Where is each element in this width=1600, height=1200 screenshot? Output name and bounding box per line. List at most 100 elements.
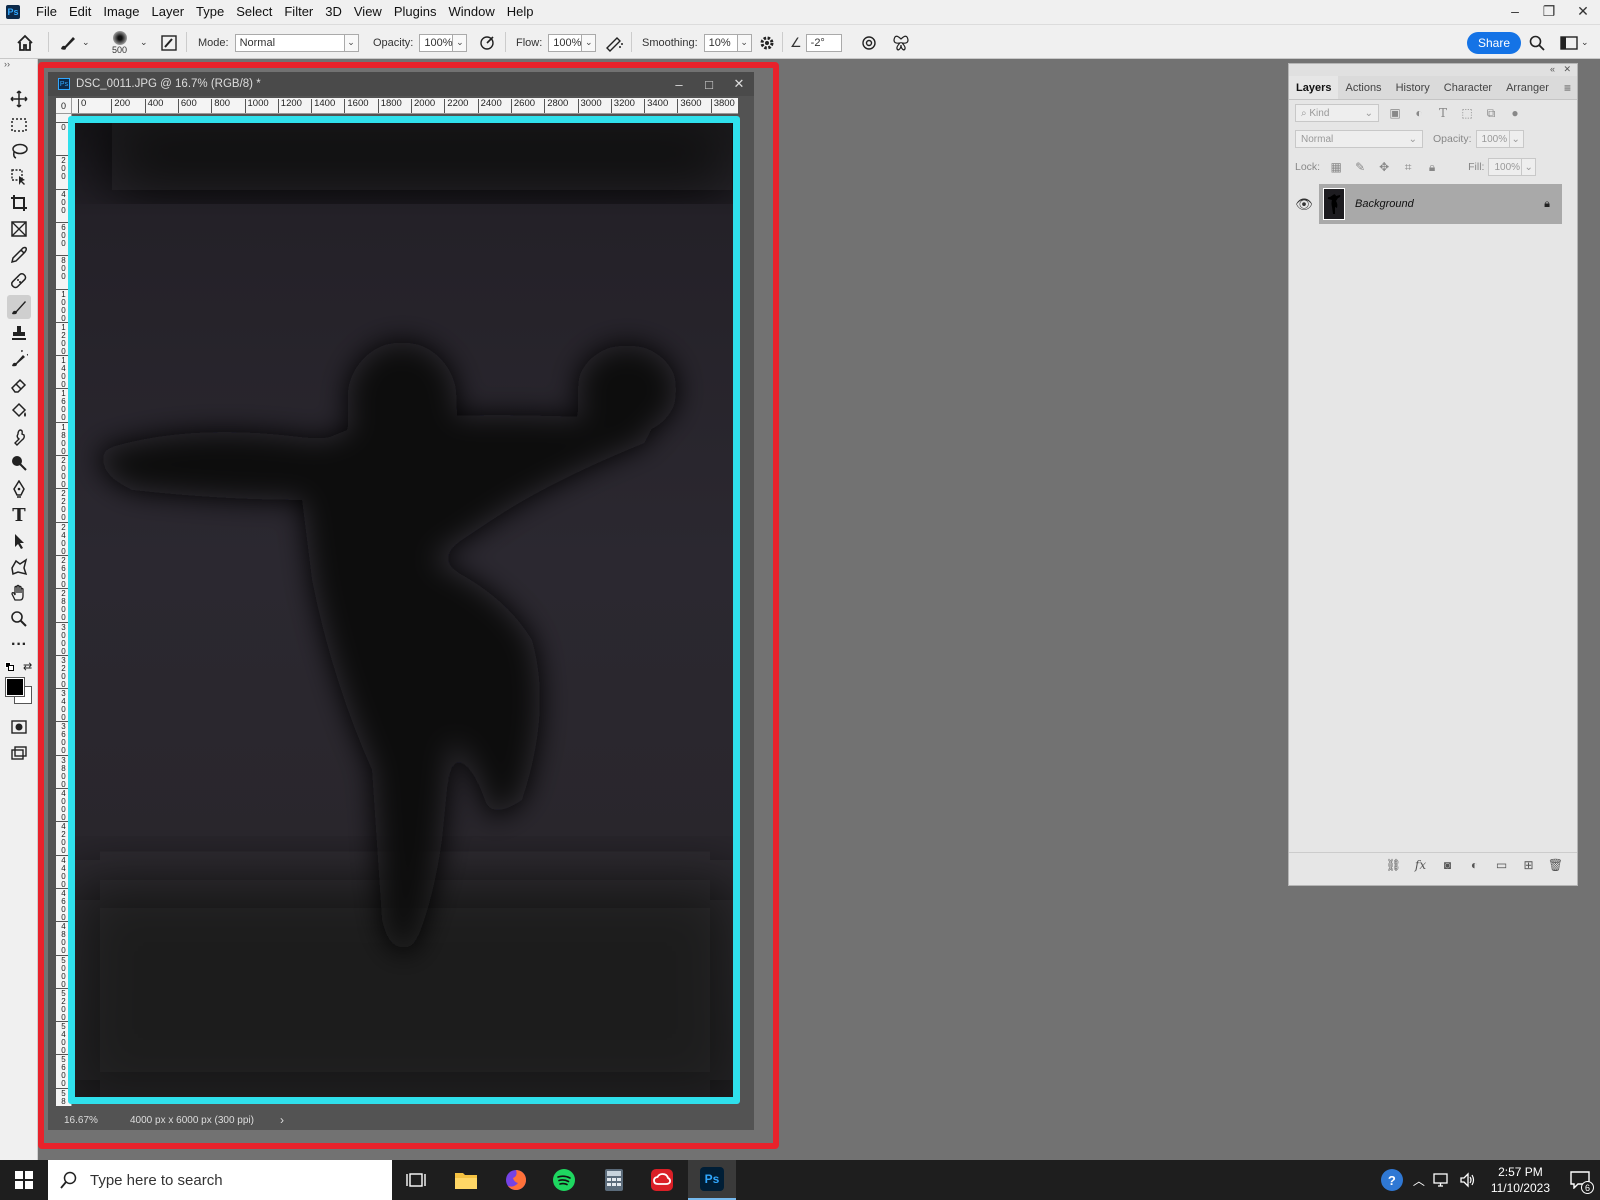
opacity-field[interactable]: 100% — [419, 33, 454, 52]
spotify-icon[interactable] — [540, 1160, 588, 1200]
menu-file[interactable]: File — [30, 0, 63, 24]
lock-transparent-icon[interactable]: ▦ — [1328, 159, 1344, 175]
adjustment-layer-icon[interactable]: ◐ — [1461, 858, 1488, 872]
layer-row-background[interactable]: 👁︎ Background 🔒︎ — [1289, 184, 1577, 224]
pressure-opacity-icon[interactable] — [478, 25, 496, 60]
tab-character[interactable]: Character — [1437, 76, 1499, 99]
zoom-level[interactable]: 16.67% — [64, 1115, 120, 1126]
menu-plugins[interactable]: Plugins — [388, 0, 443, 24]
chevron-down-icon[interactable]: ⌄ — [453, 33, 468, 52]
pressure-size-icon[interactable] — [860, 25, 878, 60]
crop-tool-icon[interactable] — [7, 191, 31, 215]
panel-opacity-field[interactable]: 100% — [1475, 130, 1510, 148]
search-icon[interactable] — [1529, 25, 1545, 60]
clone-stamp-tool-icon[interactable] — [7, 321, 31, 345]
workspace-icon[interactable]: ⌄ — [1560, 25, 1589, 60]
filter-type-icon[interactable]: T — [1435, 105, 1451, 121]
menu-help[interactable]: Help — [501, 0, 540, 24]
doc-minimize-button[interactable]: – — [664, 72, 694, 96]
new-layer-icon[interactable]: ⊞ — [1515, 858, 1542, 872]
file-explorer-icon[interactable] — [442, 1160, 490, 1200]
minimize-button[interactable]: – — [1498, 0, 1532, 22]
brush-settings-icon[interactable] — [160, 25, 178, 60]
lasso-tool-icon[interactable] — [7, 139, 31, 163]
clock[interactable]: 2:57 PM 11/10/2023 — [1491, 1164, 1550, 1196]
chevron-down-icon[interactable]: ⌄ — [737, 33, 752, 52]
taskbar-search-box[interactable]: Type here to search — [48, 1160, 392, 1200]
blend-mode-select[interactable]: Normal ⌄ — [1295, 130, 1423, 148]
filter-shape-icon[interactable]: ⬚ — [1459, 105, 1475, 121]
smudge-tool-icon[interactable] — [7, 425, 31, 449]
document-title-bar[interactable]: Ps DSC_0011.JPG @ 16.7% (RGB/8) * – □ ✕ — [48, 72, 754, 96]
type-tool-icon[interactable]: T — [7, 503, 31, 527]
filter-pixel-icon[interactable]: ▣ — [1387, 105, 1403, 121]
foreground-color-swatch[interactable] — [5, 677, 25, 697]
chevron-down-icon[interactable]: ⌄ — [1509, 130, 1524, 148]
tab-actions[interactable]: Actions — [1338, 76, 1388, 99]
panel-menu-icon[interactable]: ≡ — [1558, 76, 1577, 99]
mode-select[interactable]: Normal — [234, 33, 345, 52]
layer-item[interactable]: Background 🔒︎ — [1319, 184, 1562, 224]
custom-shape-tool-icon[interactable] — [7, 555, 31, 579]
chevron-down-icon[interactable]: ⌄ — [582, 33, 597, 52]
menu-edit[interactable]: Edit — [63, 0, 97, 24]
menu-filter[interactable]: Filter — [278, 0, 319, 24]
airbrush-icon[interactable] — [604, 25, 624, 60]
volume-icon[interactable] — [1459, 1172, 1477, 1188]
photoshop-taskbar-icon[interactable]: Ps — [688, 1160, 736, 1200]
menu-3d[interactable]: 3D — [319, 0, 348, 24]
home-icon[interactable] — [16, 25, 34, 60]
creative-cloud-icon[interactable] — [638, 1160, 686, 1200]
status-info-arrow[interactable]: › — [280, 1113, 284, 1127]
collapse-panel-icon[interactable]: « — [1550, 64, 1555, 74]
history-brush-tool-icon[interactable] — [7, 347, 31, 371]
menu-select[interactable]: Select — [230, 0, 278, 24]
doc-close-button[interactable]: ✕ — [724, 72, 754, 96]
delete-layer-icon[interactable]: 🗑︎ — [1542, 858, 1569, 872]
filter-kind-select[interactable]: ⌕ Kind ⌄ — [1295, 104, 1379, 122]
dodge-tool-icon[interactable] — [7, 451, 31, 475]
menu-view[interactable]: View — [348, 0, 388, 24]
frame-tool-icon[interactable] — [7, 217, 31, 241]
healing-brush-tool-icon[interactable] — [7, 269, 31, 293]
chevron-down-icon[interactable]: ⌄ — [140, 25, 148, 60]
tab-history[interactable]: History — [1389, 76, 1437, 99]
task-view-icon[interactable] — [392, 1160, 440, 1200]
move-tool-icon[interactable] — [7, 87, 31, 111]
layer-lock-icon[interactable]: 🔒︎ — [1544, 198, 1550, 211]
brush-preset-icon[interactable]: ⌄ — [58, 25, 90, 60]
path-selection-tool-icon[interactable] — [7, 529, 31, 553]
marquee-tool-icon[interactable] — [7, 113, 31, 137]
chevron-down-icon[interactable]: ⌄ — [344, 33, 359, 52]
swap-colors-icon[interactable]: ⇄ — [23, 660, 32, 673]
chevron-down-icon[interactable]: ⌄ — [1522, 158, 1537, 176]
zoom-tool-icon[interactable] — [7, 607, 31, 631]
tab-arranger[interactable]: Arranger — [1499, 76, 1556, 99]
screen-mode-icon[interactable] — [7, 741, 31, 765]
object-selection-tool-icon[interactable] — [7, 165, 31, 189]
windows-start-icon[interactable] — [0, 1160, 48, 1200]
menu-type[interactable]: Type — [190, 0, 230, 24]
symmetry-butterfly-icon[interactable] — [892, 25, 910, 60]
fill-field[interactable]: 100% — [1488, 158, 1523, 176]
doc-restore-button[interactable]: □ — [694, 72, 724, 96]
filter-adjustment-icon[interactable]: ◐ — [1411, 105, 1427, 121]
fx-icon[interactable]: fx — [1407, 858, 1434, 872]
ruler-origin[interactable]: 0 — [56, 98, 72, 114]
visibility-eye-icon[interactable]: 👁︎ — [1289, 184, 1319, 224]
gear-icon[interactable] — [758, 25, 776, 60]
eraser-tool-icon[interactable] — [7, 373, 31, 397]
new-group-icon[interactable]: ▭ — [1488, 858, 1515, 872]
brush-size-picker[interactable]: 500 — [112, 25, 127, 60]
pen-tool-icon[interactable] — [7, 477, 31, 501]
expand-panel-icon[interactable]: ›› — [4, 59, 10, 69]
brush-tool-icon[interactable] — [7, 295, 31, 319]
link-layers-icon[interactable]: ⛓︎ — [1380, 858, 1407, 872]
network-icon[interactable] — [1433, 1173, 1451, 1187]
flow-field[interactable]: 100% — [548, 33, 583, 52]
filter-smart-object-icon[interactable]: ⧉ — [1483, 105, 1499, 121]
horizontal-ruler[interactable]: 0 200 400 600 800 1000 1200 1400 1600 1800 2000 220… — [72, 98, 738, 114]
add-mask-icon[interactable]: ◙ — [1434, 858, 1461, 872]
help-icon[interactable]: ? — [1380, 1169, 1403, 1191]
quick-mask-icon[interactable] — [7, 715, 31, 739]
